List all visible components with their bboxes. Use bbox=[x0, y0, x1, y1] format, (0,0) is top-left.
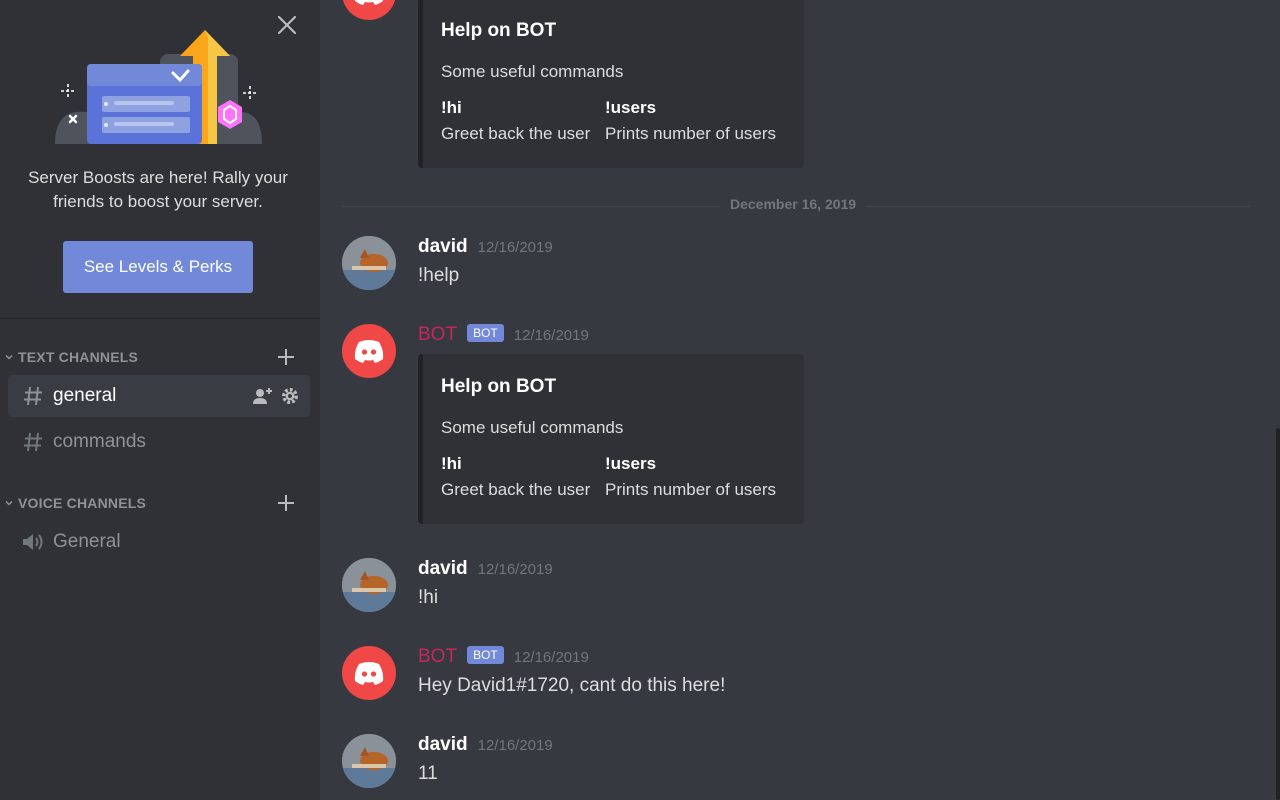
message-header: BOT BOT 12/16/2019 bbox=[418, 646, 589, 670]
bot-avatar[interactable] bbox=[342, 646, 396, 700]
chat-scrollbar[interactable] bbox=[1276, 428, 1280, 800]
channel-sidebar: Server Boosts are here! Rally your frien… bbox=[0, 0, 320, 800]
channel-name: general bbox=[53, 385, 117, 406]
bot-tag-badge: BOT bbox=[467, 646, 504, 664]
embed-title: Help on BOT bbox=[441, 376, 557, 397]
embed-field-value: Prints number of users bbox=[605, 480, 777, 499]
see-levels-perks-button[interactable]: See Levels & Perks bbox=[63, 241, 253, 293]
author-name[interactable]: BOT bbox=[418, 324, 457, 346]
user-avatar[interactable] bbox=[342, 236, 396, 290]
channel-commands[interactable]: commands bbox=[8, 421, 310, 463]
embed-field-name: !users bbox=[605, 98, 657, 117]
channel-name: General bbox=[53, 531, 121, 552]
embed-field-name: !hi bbox=[441, 454, 462, 473]
message-timestamp: 12/16/2019 bbox=[477, 561, 553, 578]
user-avatar[interactable] bbox=[342, 558, 396, 612]
embed-field-name: !users bbox=[605, 454, 657, 473]
message-text: !hi bbox=[418, 587, 439, 608]
message-header: BOT BOT 12/16/2019 bbox=[418, 324, 589, 348]
message-text: Hey David1#1720, cant do this here! bbox=[418, 675, 726, 696]
author-name[interactable]: david bbox=[418, 734, 468, 756]
category-text-channels[interactable]: TEXT CHANNELS bbox=[0, 345, 320, 369]
speaker-icon bbox=[18, 527, 48, 557]
message-timestamp: 12/16/2019 bbox=[477, 239, 553, 256]
message-header: david 12/16/2019 bbox=[418, 236, 553, 260]
message-text: 11 bbox=[418, 763, 438, 784]
hashtag-icon bbox=[18, 381, 48, 411]
create-channel-icon[interactable] bbox=[276, 493, 296, 513]
gear-icon[interactable] bbox=[280, 385, 300, 412]
category-label: TEXT CHANNELS bbox=[18, 349, 139, 365]
user-avatar[interactable] bbox=[342, 734, 396, 788]
server-boost-illustration bbox=[50, 24, 270, 154]
channel-name: commands bbox=[53, 431, 146, 452]
boost-promo-text: Server Boosts are here! Rally your frien… bbox=[28, 168, 288, 211]
create-channel-icon[interactable] bbox=[276, 347, 296, 367]
category-voice-channels[interactable]: VOICE CHANNELS bbox=[0, 491, 320, 515]
message-header: david 12/16/2019 bbox=[418, 558, 553, 582]
bot-avatar[interactable] bbox=[342, 324, 396, 378]
message-text: !help bbox=[418, 265, 460, 286]
chat-messages: Help on BOT Some useful commands !hi Gre… bbox=[320, 0, 1280, 800]
close-icon[interactable] bbox=[274, 12, 300, 38]
bot-help-embed: Help on BOT Some useful commands !hi Gre… bbox=[418, 0, 804, 168]
hashtag-icon bbox=[18, 427, 48, 457]
embed-description: Some useful commands bbox=[441, 62, 624, 81]
invite-user-icon[interactable] bbox=[252, 385, 274, 412]
voice-channel-general[interactable]: General bbox=[8, 521, 310, 563]
channel-actions bbox=[252, 385, 300, 412]
bot-help-embed: Help on BOT Some useful commands !hi Gre… bbox=[418, 354, 804, 524]
channel-general[interactable]: general bbox=[8, 375, 310, 417]
chevron-down-icon bbox=[0, 491, 18, 515]
embed-field-value: Prints number of users bbox=[605, 124, 777, 143]
embed-title: Help on BOT bbox=[441, 20, 557, 41]
embed-field-name: !hi bbox=[441, 98, 462, 117]
author-name[interactable]: BOT bbox=[418, 646, 457, 668]
category-label: VOICE CHANNELS bbox=[18, 495, 147, 511]
chevron-down-icon bbox=[0, 345, 18, 369]
embed-description: Some useful commands bbox=[441, 418, 624, 437]
bot-avatar[interactable] bbox=[342, 0, 396, 20]
embed-field-value: Greet back the user bbox=[441, 480, 591, 499]
embed-field-value: Greet back the user bbox=[441, 124, 591, 143]
message-header: david 12/16/2019 bbox=[418, 734, 553, 758]
bot-tag-badge: BOT bbox=[467, 324, 504, 342]
author-name[interactable]: david bbox=[418, 236, 468, 258]
sidebar-divider bbox=[0, 318, 320, 319]
message-timestamp: 12/16/2019 bbox=[513, 649, 589, 666]
date-divider-label: December 16, 2019 bbox=[720, 196, 867, 212]
message-timestamp: 12/16/2019 bbox=[477, 737, 553, 754]
author-name[interactable]: david bbox=[418, 558, 468, 580]
message-timestamp: 12/16/2019 bbox=[513, 327, 589, 344]
